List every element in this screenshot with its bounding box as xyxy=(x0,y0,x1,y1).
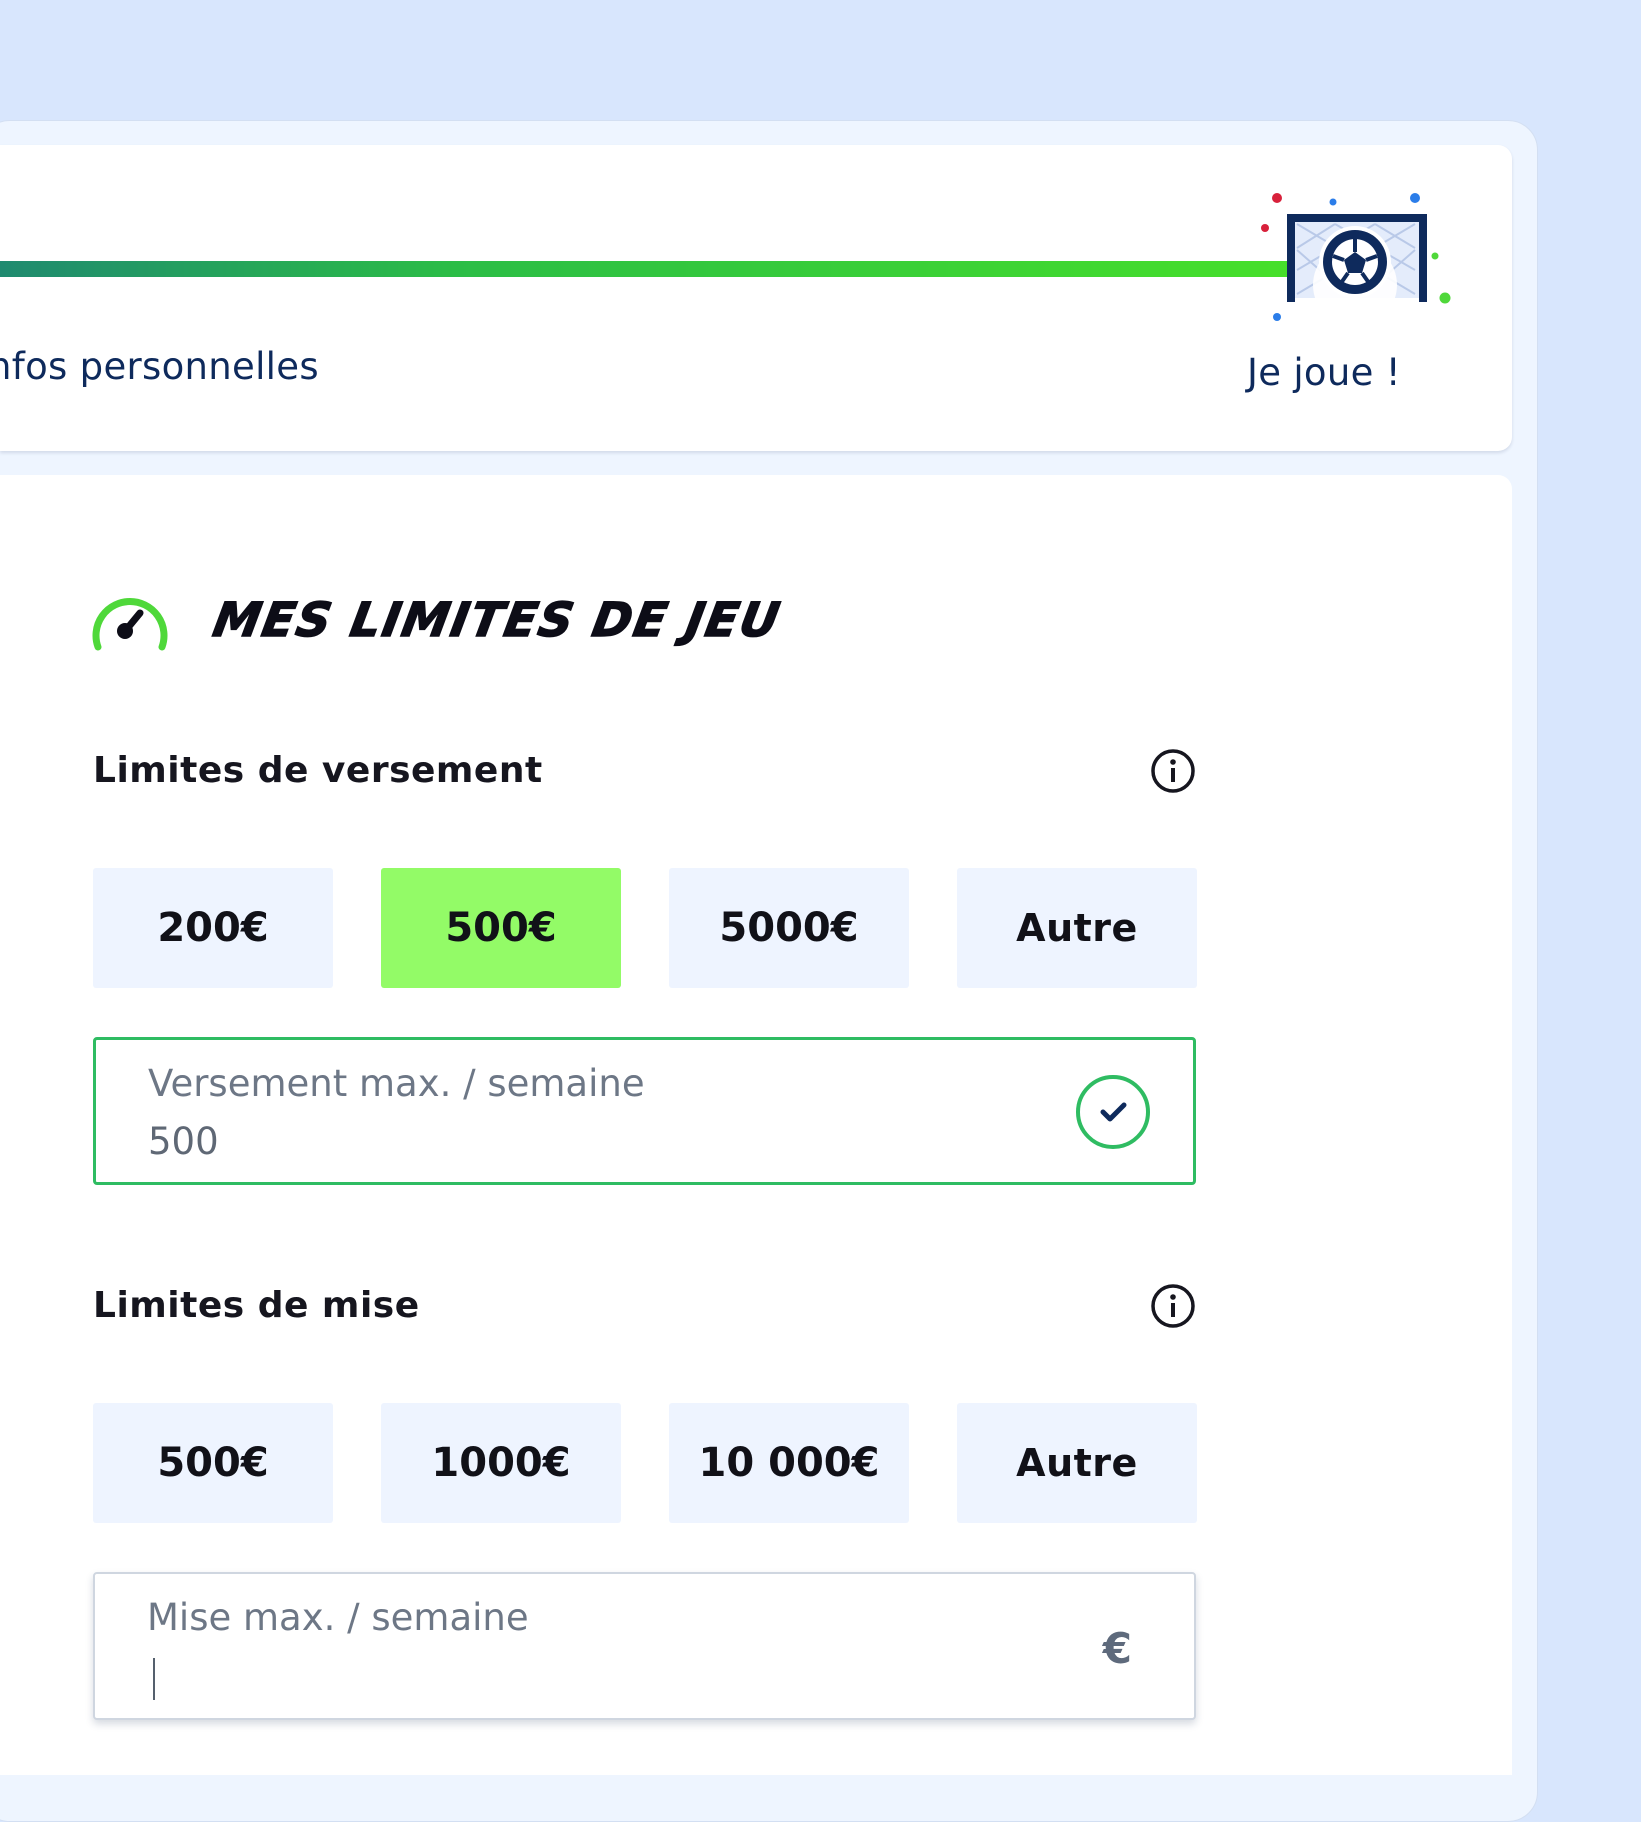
progress-bar xyxy=(0,261,1300,277)
limits-card: MES LIMITES DE JEU Limites de versement … xyxy=(0,475,1512,1775)
stake-options: 500€ 1000€ 10 000€ Autre xyxy=(93,1403,1197,1523)
stake-max-field[interactable]: Mise max. / semaine € xyxy=(93,1572,1196,1720)
deposit-options: 200€ 500€ 5000€ Autre xyxy=(93,868,1197,988)
info-icon[interactable] xyxy=(1150,1283,1196,1329)
check-circle-icon xyxy=(1076,1075,1150,1149)
stake-max-label: Mise max. / semaine xyxy=(147,1596,529,1639)
gauge-icon xyxy=(92,598,168,651)
deposit-option-500[interactable]: 500€ xyxy=(381,868,621,988)
deposit-option-other[interactable]: Autre xyxy=(957,868,1197,988)
stake-option-500[interactable]: 500€ xyxy=(93,1403,333,1523)
deposit-option-5000[interactable]: 5000€ xyxy=(669,868,909,988)
stake-option-10000[interactable]: 10 000€ xyxy=(669,1403,909,1523)
step-label-personal-info[interactable]: nfos personnelles xyxy=(0,345,319,388)
page-title: MES LIMITES DE JEU xyxy=(208,592,786,649)
deposit-max-input[interactable] xyxy=(148,1120,948,1163)
step-label-play[interactable]: Je joue ! xyxy=(1247,351,1401,394)
deposit-limits-heading: Limites de versement xyxy=(93,750,543,791)
stake-option-1000[interactable]: 1000€ xyxy=(381,1403,621,1523)
stake-limits-heading: Limites de mise xyxy=(93,1285,420,1326)
info-icon[interactable] xyxy=(1150,748,1196,794)
stepper-card: nfos personnelles Je joue ! xyxy=(0,145,1512,451)
deposit-max-label: Versement max. / semaine xyxy=(148,1062,645,1105)
deposit-option-200[interactable]: 200€ xyxy=(93,868,333,988)
soccer-goal-icon xyxy=(1261,193,1451,327)
euro-suffix: € xyxy=(1102,1624,1132,1673)
section-header: MES LIMITES DE JEU xyxy=(90,585,786,655)
stake-max-input[interactable] xyxy=(147,1654,947,1697)
deposit-max-field[interactable]: Versement max. / semaine xyxy=(93,1037,1196,1185)
stake-option-other[interactable]: Autre xyxy=(957,1403,1197,1523)
